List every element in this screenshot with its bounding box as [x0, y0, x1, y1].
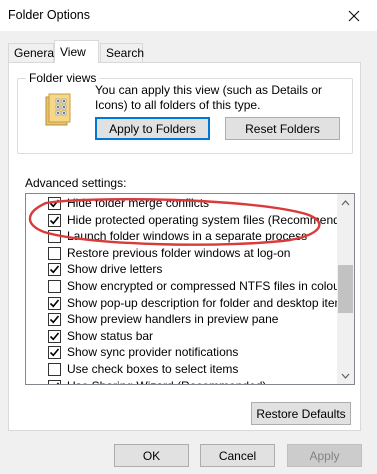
setting-label: Show status bar — [67, 328, 154, 343]
folder-views-label: Folder views — [26, 71, 100, 85]
setting-label: Show sync provider notifications — [67, 345, 239, 360]
setting-checkbox[interactable] — [48, 263, 61, 277]
advanced-settings-list[interactable]: Hide folder merge conflicts Hide protecte… — [25, 193, 355, 385]
checkmark-icon — [56, 382, 60, 384]
advanced-settings-label: Advanced settings: — [25, 176, 127, 190]
setting-checkbox[interactable] — [48, 296, 61, 310]
settings-row[interactable]: Hide folder merge conflicts — [26, 195, 338, 212]
chevron-down-icon — [341, 373, 350, 379]
setting-label: Launch folder windows in a separate proc… — [67, 229, 308, 244]
setting-label: Hide folder merge conflicts — [67, 196, 210, 210]
setting-checkbox[interactable] — [48, 246, 61, 260]
folder-views-description: You can apply this view (such as Details… — [95, 83, 323, 112]
checkmark-icon — [49, 265, 60, 274]
scroll-thumb[interactable] — [338, 265, 353, 313]
setting-checkbox[interactable] — [48, 279, 61, 293]
window-title: Folder Options — [8, 8, 90, 22]
setting-checkbox[interactable] — [48, 213, 61, 227]
setting-checkbox[interactable] — [48, 313, 61, 327]
setting-checkbox[interactable] — [48, 362, 61, 376]
apply-to-folders-button[interactable]: Apply to Folders — [95, 117, 210, 140]
tab-search[interactable]: Search — [100, 43, 144, 62]
setting-label: Show preview handlers in preview pane — [67, 312, 279, 327]
restore-defaults-button[interactable]: Restore Defaults — [251, 402, 351, 425]
folder-icon — [43, 93, 73, 127]
vertical-scrollbar[interactable] — [337, 194, 354, 384]
setting-label: Show pop-up description for folder and d… — [67, 295, 351, 310]
chevron-up-icon — [341, 199, 350, 205]
setting-label: Use check boxes to select items — [67, 361, 239, 376]
settings-row[interactable]: Use check boxes to select items — [26, 361, 338, 378]
setting-label: Show encrypted or compressed NTFS files … — [67, 278, 344, 293]
title-bar: Folder Options — [0, 0, 377, 31]
settings-row[interactable]: Show preview handlers in preview pane — [26, 311, 338, 328]
scroll-down-arrow[interactable] — [337, 367, 354, 384]
settings-row[interactable]: Show status bar — [26, 328, 338, 345]
setting-checkbox[interactable] — [48, 379, 61, 384]
tab-general[interactable]: General — [8, 43, 57, 62]
setting-checkbox[interactable] — [48, 329, 61, 343]
checkmark-icon — [49, 199, 60, 208]
checkmark-icon — [49, 348, 60, 357]
advanced-settings-items: Hide folder merge conflicts Hide protecte… — [26, 195, 354, 384]
settings-row[interactable]: Restore previous folder windows at log-o… — [26, 245, 338, 262]
checkmark-icon — [49, 216, 60, 225]
settings-row[interactable]: Hide protected operating system files (R… — [26, 212, 354, 229]
close-icon — [348, 10, 360, 21]
setting-label: Hide protected operating system files (R… — [67, 212, 355, 227]
setting-checkbox[interactable] — [48, 346, 61, 360]
setting-label: Restore previous folder windows at log-o… — [67, 245, 291, 260]
settings-row[interactable]: Show encrypted or compressed NTFS files … — [26, 278, 344, 295]
setting-label: Show drive letters — [67, 262, 163, 277]
apply-button[interactable]: Apply — [287, 444, 362, 467]
scroll-up-arrow[interactable] — [337, 194, 354, 211]
settings-row[interactable]: Show pop-up description for folder and d… — [26, 295, 351, 312]
setting-checkbox[interactable] — [48, 197, 61, 210]
setting-label: Use Sharing Wizard (Recommended) — [67, 379, 266, 384]
checkmark-icon — [49, 299, 60, 308]
setting-checkbox[interactable] — [48, 230, 61, 244]
settings-row[interactable]: Show sync provider notifications — [26, 344, 338, 361]
settings-row[interactable]: Show drive letters — [26, 261, 338, 278]
checkmark-icon — [49, 332, 60, 341]
cancel-button[interactable]: Cancel — [200, 444, 275, 467]
reset-folders-button[interactable]: Reset Folders — [225, 117, 340, 140]
settings-row[interactable]: Use Sharing Wizard (Recommended) — [26, 378, 338, 384]
ok-button[interactable]: OK — [114, 444, 189, 467]
close-button[interactable] — [331, 0, 377, 31]
checkmark-icon — [49, 315, 60, 324]
settings-row[interactable]: Launch folder windows in a separate proc… — [26, 228, 338, 245]
tab-view[interactable]: View — [54, 40, 99, 63]
